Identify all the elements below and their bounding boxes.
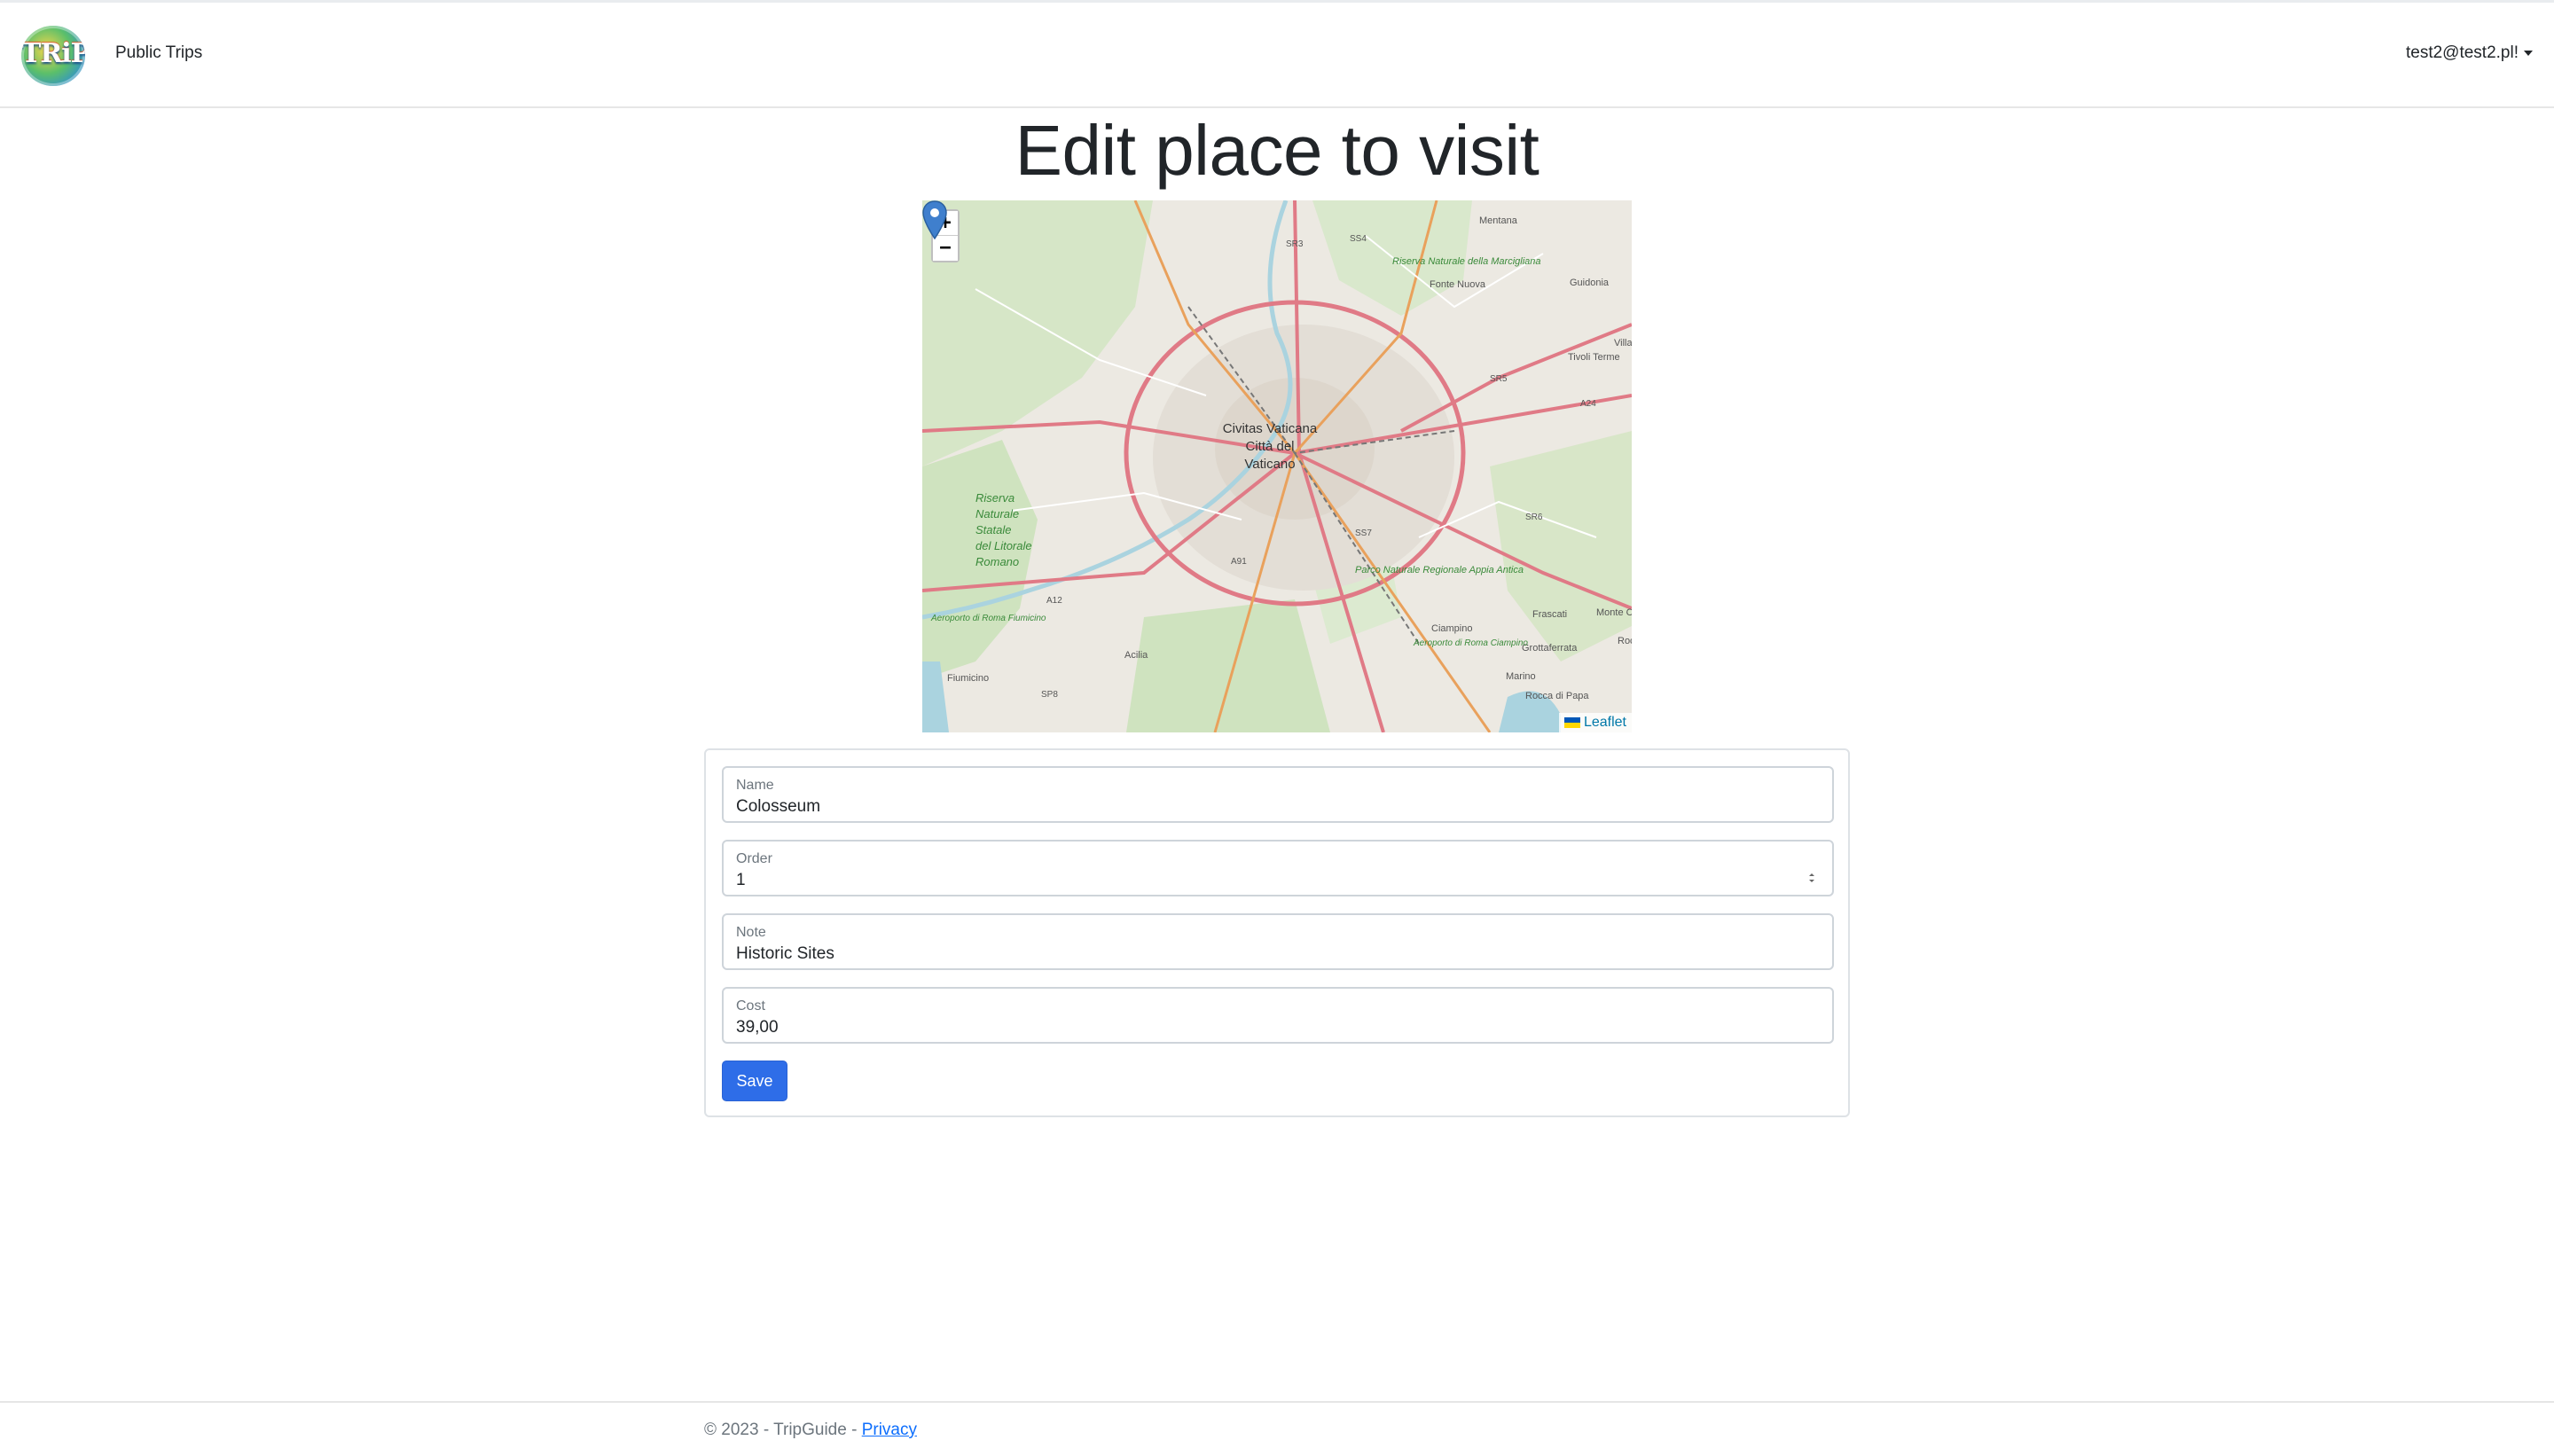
name-input[interactable]: Colosseum — [736, 797, 820, 817]
map-label: Rocca di Papa — [1525, 691, 1589, 701]
caret-down-icon — [2524, 51, 2533, 56]
attribution-link[interactable]: Leaflet — [1584, 715, 1626, 731]
edit-place-form: Name Colosseum Order 1 Note Historic Sit… — [704, 748, 1850, 1117]
map-label: Marino — [1506, 671, 1536, 682]
map-view[interactable]: Mentana Fonte Nuova Guidonia Tivoli Terme Vi… — [922, 200, 1632, 732]
map-marker-icon[interactable] — [922, 200, 947, 239]
map-label: SS7 — [1355, 528, 1372, 538]
cost-label: Cost — [736, 998, 765, 1014]
copyright-text: © 2023 - TripGuide - — [704, 1421, 862, 1439]
user-menu-dropdown[interactable]: test2@test2.pl! — [2406, 43, 2533, 63]
map-label: SP8 — [1041, 690, 1058, 700]
map-label: Riserva Naturale della Marcigliana — [1392, 256, 1541, 267]
map-label: SS4 — [1350, 234, 1367, 244]
note-field[interactable]: Note Historic Sites — [722, 913, 1834, 970]
map-label: SR6 — [1525, 513, 1543, 522]
map-label: Guidonia — [1570, 278, 1610, 288]
number-spinner-icon[interactable] — [1807, 872, 1816, 884]
map-label: Ciampino — [1431, 623, 1472, 634]
map-label: A91 — [1231, 557, 1247, 567]
app-logo[interactable]: TRiP — [21, 26, 85, 86]
user-email: test2@test2.pl! — [2405, 43, 2519, 62]
map-label: A24 — [1580, 399, 1596, 409]
map-label: Fonte Nuova — [1430, 279, 1486, 290]
map-label: Mentana — [1479, 215, 1518, 226]
map-label: Grottaferrata — [1522, 643, 1578, 654]
map-label: Tivoli Terme — [1568, 352, 1620, 363]
map-label: Frascati — [1532, 609, 1567, 620]
map-label: SR3 — [1286, 239, 1304, 249]
map-label: Statale — [975, 523, 1011, 536]
map-label: Civitas Vaticana — [1223, 421, 1318, 436]
map-label: Monte Compa — [1596, 607, 1632, 618]
cost-field[interactable]: Cost 39,00 — [722, 987, 1834, 1044]
map-label: Fiumicino — [947, 673, 989, 684]
map-label: Aeroporto di Roma Fiumicino — [930, 614, 1046, 623]
name-field[interactable]: Name Colosseum — [722, 766, 1834, 823]
ukraine-flag-icon — [1563, 717, 1580, 728]
map-label: del Litorale — [975, 539, 1032, 552]
order-field[interactable]: Order 1 — [722, 840, 1834, 896]
map-label: Parco Naturale Regionale Appia Antica — [1355, 565, 1524, 575]
map-label: Vaticano — [1244, 457, 1295, 472]
map-attribution[interactable]: Leaflet — [1558, 713, 1632, 732]
map-label: Acilia — [1124, 650, 1148, 661]
order-input[interactable]: 1 — [736, 871, 746, 890]
map-tiles: Mentana Fonte Nuova Guidonia Tivoli Terme Vi… — [922, 200, 1632, 732]
map-label: A12 — [1046, 596, 1062, 606]
nav-link-public-trips[interactable]: Public Trips — [115, 43, 202, 63]
map-label: SR5 — [1490, 374, 1508, 384]
footer: © 2023 - TripGuide - Privacy — [0, 1401, 2554, 1456]
map-label: Naturale — [975, 507, 1019, 521]
map-label: Riserva — [975, 491, 1015, 505]
name-label: Name — [736, 778, 774, 793]
privacy-link[interactable]: Privacy — [862, 1421, 917, 1439]
note-label: Note — [736, 925, 766, 940]
save-button[interactable]: Save — [722, 1061, 787, 1101]
page-title: Edit place to visit — [1015, 111, 1539, 190]
note-input[interactable]: Historic Sites — [736, 944, 834, 964]
map-label: Aeroporto di Roma Ciampino — [1413, 638, 1528, 648]
map-label: Villan — [1614, 338, 1632, 348]
zoom-out-button[interactable]: − — [933, 236, 958, 261]
footer-text: © 2023 - TripGuide - Privacy — [704, 1421, 917, 1440]
cost-input[interactable]: 39,00 — [736, 1018, 779, 1037]
map-label: Città del — [1245, 439, 1294, 454]
map-label: Romano — [975, 555, 1019, 568]
logo-text: TRiP — [21, 38, 85, 69]
order-label: Order — [736, 851, 772, 866]
navbar: TRiP Public Trips test2@test2.pl! — [0, 3, 2554, 108]
map-label: Rocca — [1618, 636, 1632, 646]
